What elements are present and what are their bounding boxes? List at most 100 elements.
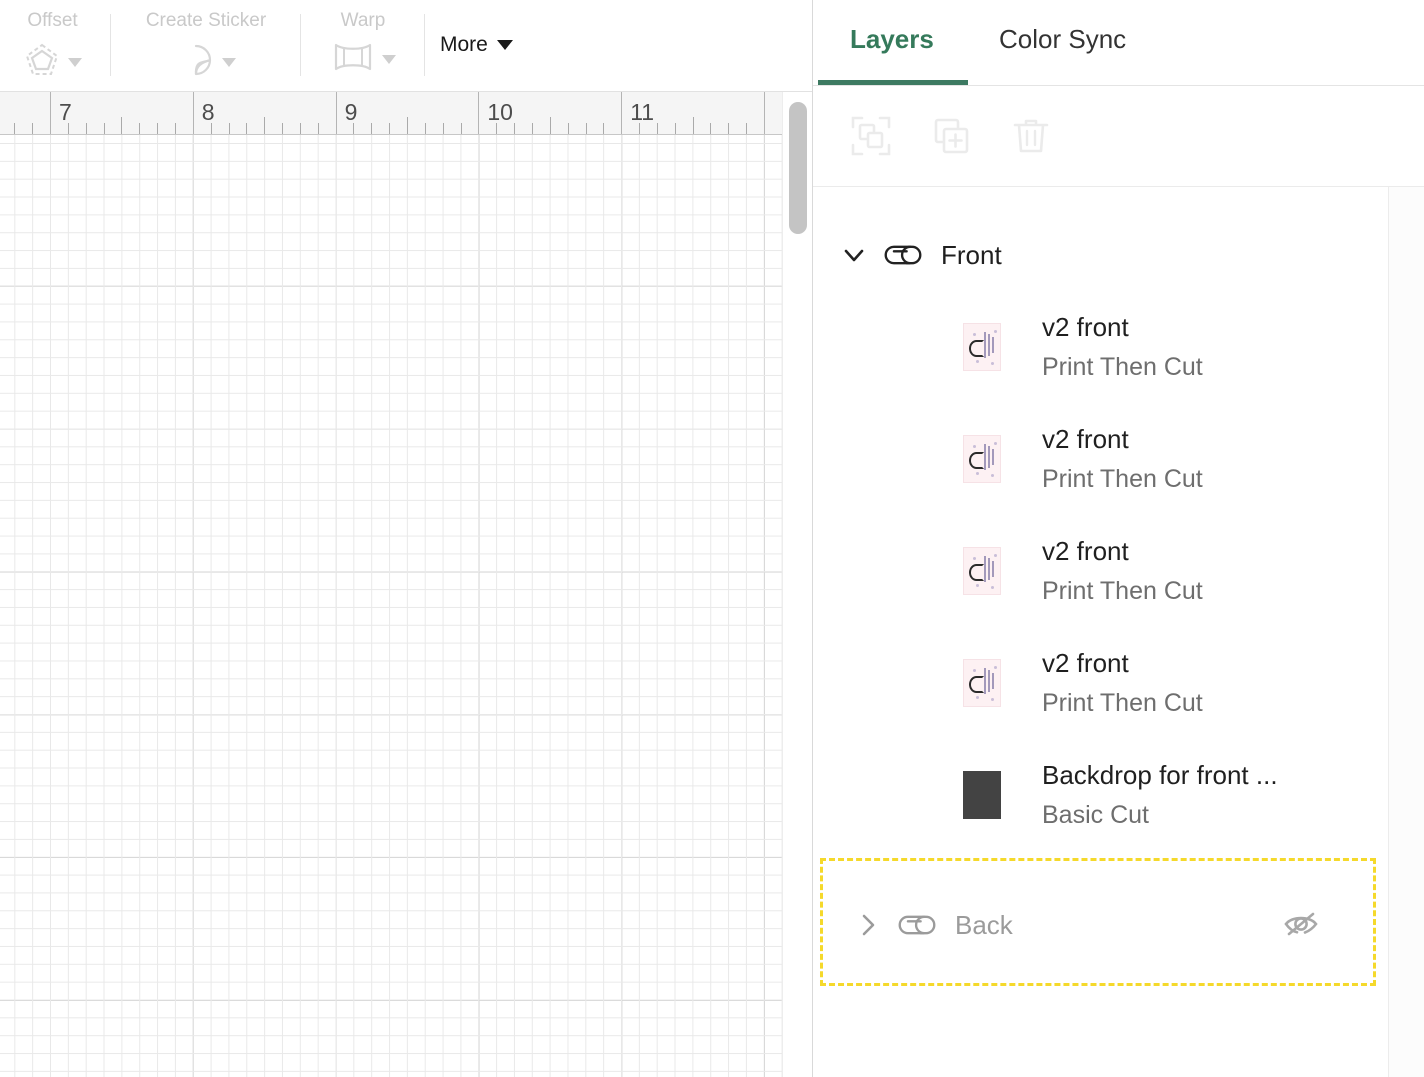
ruler-tick — [318, 123, 319, 134]
layer-title: v2 front — [1042, 648, 1129, 678]
layer-operation-label: Print Then Cut — [1042, 465, 1203, 493]
trash-icon — [1009, 114, 1053, 163]
layers-list[interactable]: Front v2 front Print Then Cut v2 front Prin… — [813, 187, 1424, 1077]
layer-operation-label: Basic Cut — [1042, 801, 1149, 829]
ruler-tick — [193, 92, 194, 134]
ruler-tick — [264, 117, 265, 134]
layer-group-back-label: Back — [955, 910, 1013, 940]
layer-title: v2 front — [1042, 536, 1129, 566]
ruler-tick — [693, 117, 694, 134]
more-button[interactable]: More — [440, 33, 513, 57]
offset-tool[interactable]: Offset — [0, 0, 105, 91]
chevron-right-icon[interactable] — [855, 912, 881, 938]
ruler-tick — [764, 92, 765, 134]
create-sticker-tool[interactable]: Create Sticker — [120, 0, 292, 91]
ruler-tick — [443, 123, 444, 134]
ruler-label: 11 — [630, 99, 655, 125]
canvas-area: Offset Create Sticker Warp More 7 8 9 10… — [0, 0, 812, 1077]
ruler-tick — [14, 123, 15, 134]
ruler-tick — [603, 123, 604, 134]
layer-title: v2 front — [1042, 312, 1129, 342]
offset-icon — [23, 41, 61, 84]
layer-operation-label: Print Then Cut — [1042, 577, 1203, 605]
group-button[interactable] — [845, 112, 897, 164]
layer-row[interactable]: v2 front Print Then Cut — [813, 627, 1424, 739]
ruler-label: 9 — [344, 99, 358, 125]
create-sticker-icon — [177, 41, 215, 84]
ruler-tick — [746, 123, 747, 134]
horizontal-ruler[interactable]: 7 8 9 10 11 — [0, 92, 782, 135]
ruler-label: 7 — [59, 99, 72, 125]
eye-off-icon — [1281, 909, 1321, 944]
layer-row[interactable]: v2 front Print Then Cut — [813, 403, 1424, 515]
tab-layers[interactable]: Layers — [850, 22, 934, 56]
toolbar-divider — [110, 14, 111, 76]
tab-color-sync[interactable]: Color Sync — [999, 22, 1126, 56]
ruler-tick — [336, 92, 337, 134]
toolbar-divider — [300, 14, 301, 76]
group-icon — [849, 114, 893, 163]
layer-group-back-selected[interactable]: Back — [820, 858, 1376, 986]
warp-dropdown-caret[interactable] — [381, 55, 396, 64]
create-sticker-tool-label: Create Sticker — [145, 10, 267, 31]
layer-row[interactable]: Backdrop for front ... Basic Cut — [813, 739, 1424, 851]
ruler-tick — [675, 123, 676, 134]
canvas-vertical-scrollbar-thumb[interactable] — [789, 102, 807, 234]
panel-tabs: Layers Color Sync — [813, 0, 1424, 86]
ruler-tick — [710, 123, 711, 134]
cricut-design-space-window: Offset Create Sticker Warp More 7 8 9 10… — [0, 0, 1424, 1077]
chevron-down-icon[interactable] — [841, 242, 867, 268]
duplicate-button[interactable] — [925, 112, 977, 164]
right-panel: Layers Color Sync Front v2 front Print T… — [813, 0, 1424, 1077]
ruler-tick — [657, 123, 658, 134]
ruler-tick — [300, 123, 301, 134]
ruler-tick — [371, 123, 372, 134]
paperclip-icon — [897, 911, 937, 939]
ruler-tick — [728, 123, 729, 134]
ruler-tick — [425, 123, 426, 134]
active-tab-indicator — [818, 80, 968, 85]
toggle-visibility-back-button[interactable] — [1281, 911, 1321, 941]
delete-button[interactable] — [1005, 112, 1057, 164]
create-sticker-dropdown-caret[interactable] — [221, 58, 236, 67]
paperclip-icon — [883, 241, 923, 269]
ruler-tick — [532, 123, 533, 134]
layer-thumbnail — [963, 323, 1001, 371]
layer-operation-label: Print Then Cut — [1042, 353, 1203, 381]
duplicate-icon — [929, 114, 973, 163]
warp-icon — [331, 41, 375, 78]
chevron-down-icon — [496, 40, 513, 50]
layer-group-front[interactable]: Front — [813, 219, 1424, 291]
warp-tool[interactable]: Warp — [312, 0, 414, 91]
ruler-label: 10 — [487, 99, 513, 125]
ruler-tick — [157, 123, 158, 134]
layer-thumbnail — [963, 659, 1001, 707]
design-canvas-grid[interactable] — [0, 135, 782, 1077]
canvas-vertical-scrollbar-track[interactable] — [782, 92, 812, 1077]
ruler-label: 8 — [201, 99, 215, 125]
layer-row[interactable]: v2 front Print Then Cut — [813, 515, 1424, 627]
layer-thumbnail — [963, 771, 1001, 819]
layer-title: v2 front — [1042, 424, 1129, 454]
ruler-tick — [586, 123, 587, 134]
ruler-tick — [121, 117, 122, 134]
ruler-tick — [282, 123, 283, 134]
layer-operation-label: Print Then Cut — [1042, 689, 1203, 717]
ruler-tick — [389, 123, 390, 134]
layer-title: Backdrop for front ... — [1042, 760, 1278, 790]
panel-scroll-gutter[interactable] — [1388, 187, 1424, 1077]
ruler-tick — [32, 123, 33, 134]
ruler-tick — [568, 123, 569, 134]
ruler-tick — [139, 123, 140, 134]
ruler-tick — [246, 123, 247, 134]
ruler-tick — [86, 123, 87, 134]
ruler-tick — [104, 123, 105, 134]
offset-tool-label: Offset — [27, 10, 78, 31]
edit-toolbar: Offset Create Sticker Warp More — [0, 0, 812, 92]
layer-row[interactable]: v2 front Print Then Cut — [813, 291, 1424, 403]
ruler-tick — [229, 123, 230, 134]
layers-action-bar — [813, 86, 1424, 187]
ruler-tick — [550, 117, 551, 134]
offset-dropdown-caret[interactable] — [68, 58, 82, 67]
more-button-label: More — [440, 33, 488, 56]
